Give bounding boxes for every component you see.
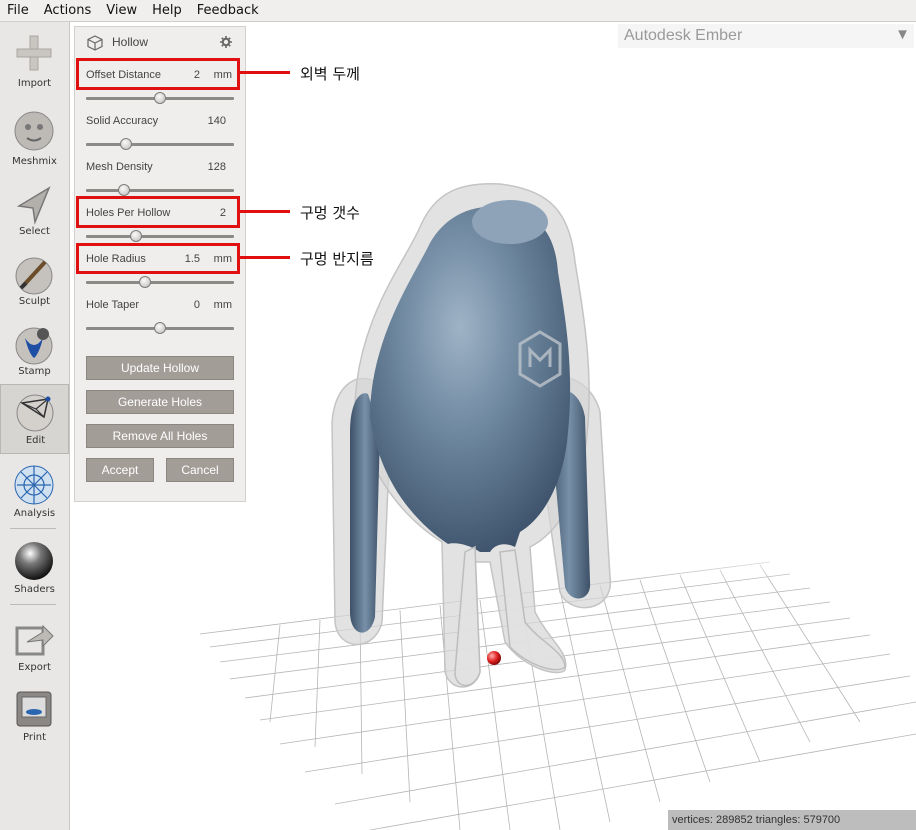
slider-track — [86, 143, 234, 146]
slider-knob[interactable] — [118, 184, 131, 196]
hole-taper-value[interactable]: 0 — [194, 299, 200, 311]
tool-export-label: Export — [18, 662, 51, 673]
generate-holes-button[interactable]: Generate Holes — [86, 390, 234, 414]
slider-knob[interactable] — [154, 322, 166, 334]
triangle-down-icon[interactable]: ▼ — [895, 26, 910, 43]
tool-edit-label: Edit — [25, 435, 46, 446]
left-toolbar: Import Meshmix Select Sculpt Stamp Edit … — [0, 22, 70, 830]
floor-grid — [199, 561, 916, 830]
mesh-density-slider[interactable] — [86, 184, 234, 196]
callout-line — [240, 256, 290, 259]
menu-actions[interactable]: Actions — [37, 0, 100, 22]
gear-icon[interactable] — [220, 36, 232, 48]
callout-line — [240, 71, 290, 74]
panel-header: Hollow — [75, 27, 245, 57]
hole-radius-highlight — [76, 243, 240, 274]
hole-taper-unit: mm — [213, 299, 232, 311]
tool-sculpt[interactable]: Sculpt — [0, 248, 69, 318]
tool-edit[interactable]: Edit — [0, 384, 69, 454]
slider-knob[interactable] — [139, 276, 152, 288]
menu-feedback[interactable]: Feedback — [190, 0, 267, 22]
offset-distance-slider[interactable] — [86, 92, 234, 104]
brush-sphere-icon — [15, 257, 53, 295]
menu-bar: File Actions View Help Feedback — [0, 0, 916, 22]
cube-icon — [87, 35, 103, 51]
tool-export[interactable]: Export — [0, 612, 69, 682]
slider-knob[interactable] — [130, 230, 143, 242]
mesh-density-value[interactable]: 128 — [208, 161, 226, 173]
hole-marker — [487, 651, 501, 665]
arrow-cursor-icon — [16, 186, 51, 225]
hole-radius-annotation: 구멍 반지름 — [300, 250, 374, 268]
hole-taper-label: Hole Taper — [86, 299, 139, 311]
slider-knob[interactable] — [154, 92, 166, 104]
tool-import[interactable]: Import — [0, 26, 69, 96]
mesh-sphere-icon — [14, 465, 54, 505]
toolbar-divider — [10, 528, 56, 529]
menu-file[interactable]: File — [0, 0, 37, 22]
fleur-sphere-icon — [15, 327, 53, 365]
tool-analysis[interactable]: Analysis — [0, 458, 69, 528]
solid-accuracy-slider[interactable] — [86, 138, 234, 150]
holes-per-hollow-slider[interactable] — [86, 230, 234, 242]
status-bar: vertices: 289852 triangles: 579700 — [668, 810, 916, 830]
accept-button[interactable]: Accept — [86, 458, 154, 482]
solid-accuracy-label: Solid Accuracy — [86, 115, 159, 127]
hole-radius-slider[interactable] — [86, 276, 234, 288]
tool-shaders-label: Shaders — [14, 584, 55, 595]
tool-meshmix[interactable]: Meshmix — [0, 104, 69, 174]
tool-meshmix-label: Meshmix — [12, 156, 57, 167]
menu-view[interactable]: View — [99, 0, 145, 22]
wall-thickness-annotation: 외벽 두께 — [300, 65, 360, 83]
head-sphere-icon — [14, 111, 54, 151]
update-hollow-button[interactable]: Update Hollow — [86, 356, 234, 380]
mesh-stats: vertices: 289852 triangles: 579700 — [672, 814, 841, 826]
grid-sphere-icon — [16, 394, 54, 432]
tool-sculpt-label: Sculpt — [18, 296, 51, 307]
remove-all-holes-button[interactable]: Remove All Holes — [86, 424, 234, 448]
tool-import-label: Import — [17, 78, 52, 89]
slider-track — [86, 281, 234, 284]
plus-icon — [16, 35, 52, 71]
tool-select[interactable]: Select — [0, 178, 69, 248]
printer-selector[interactable]: Autodesk Ember ▼ — [618, 24, 914, 48]
chrome-sphere-icon — [15, 542, 53, 580]
tool-stamp-label: Stamp — [18, 366, 51, 377]
cancel-button[interactable]: Cancel — [166, 458, 234, 482]
printer-selector-label: Autodesk Ember — [624, 27, 743, 44]
tool-print-label: Print — [22, 732, 46, 743]
callout-line — [240, 210, 290, 213]
tool-print[interactable]: Print — [0, 682, 69, 752]
tool-stamp[interactable]: Stamp — [0, 318, 69, 388]
offset-distance-highlight — [76, 58, 240, 90]
holes-per-hollow-highlight — [76, 196, 240, 228]
tool-shaders[interactable]: Shaders — [0, 534, 69, 604]
slider-knob[interactable] — [119, 138, 132, 150]
slider-track — [86, 235, 234, 238]
hole-count-annotation: 구멍 갯수 — [300, 204, 360, 222]
menu-help[interactable]: Help — [145, 0, 190, 22]
hole-taper-slider[interactable] — [86, 322, 234, 334]
mesh-density-label: Mesh Density — [86, 161, 153, 173]
toolbar-divider — [10, 604, 56, 605]
panel-title: Hollow — [112, 35, 149, 49]
export-arrow-icon — [15, 624, 54, 656]
tool-analysis-label: Analysis — [13, 508, 56, 519]
solid-accuracy-value[interactable]: 140 — [208, 115, 226, 127]
tool-select-label: Select — [19, 226, 50, 237]
slider-track — [86, 189, 234, 192]
printer-icon — [16, 691, 52, 727]
